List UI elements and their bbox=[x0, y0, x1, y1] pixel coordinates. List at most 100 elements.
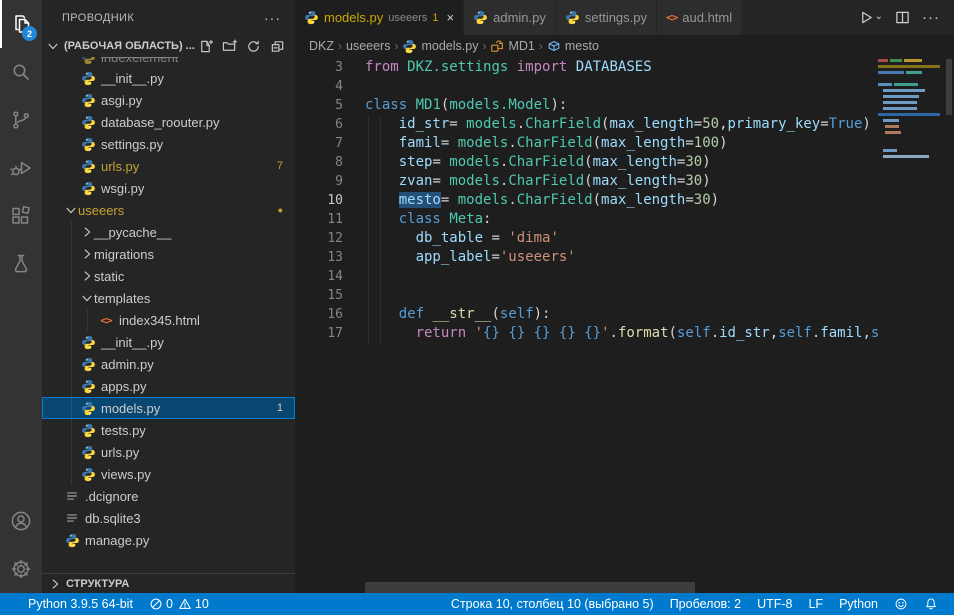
python-icon bbox=[80, 71, 96, 86]
horizontal-scrollbar[interactable] bbox=[365, 582, 695, 593]
minimap-line bbox=[883, 155, 929, 158]
code-line-7[interactable]: 7 famil= models.CharField(max_length=100… bbox=[295, 134, 954, 153]
breadcrumb-project[interactable]: DKZ bbox=[309, 39, 334, 53]
code-line-10[interactable]: 10 mesto= models.CharField(max_length=30… bbox=[295, 191, 954, 210]
tree-item-dcignore[interactable]: .dcignore bbox=[42, 485, 295, 507]
python-icon bbox=[80, 335, 96, 350]
testing-activity-button[interactable] bbox=[0, 240, 42, 288]
cursor-position-status[interactable]: Строка 10, столбец 10 (выбрано 5) bbox=[443, 597, 662, 611]
eol-status[interactable]: LF bbox=[800, 597, 831, 611]
minimap[interactable] bbox=[878, 57, 940, 169]
new-folder-icon[interactable] bbox=[222, 39, 237, 54]
tree-item-init-py[interactable]: __init__.py bbox=[42, 331, 295, 353]
tree-item-label: static bbox=[94, 269, 124, 284]
code-line-9[interactable]: 9 zvan= models.CharField(max_length=30) bbox=[295, 172, 954, 191]
problems-status[interactable]: 0 10 bbox=[141, 597, 217, 611]
run-file-button[interactable]: ⌄ bbox=[859, 10, 883, 25]
code-line-4[interactable]: 4 bbox=[295, 77, 954, 96]
run-debug-icon bbox=[9, 156, 33, 180]
outline-section-header[interactable]: СТРУКТУРА bbox=[42, 573, 295, 593]
tree-item-settings-py[interactable]: settings.py bbox=[42, 133, 295, 155]
tree-item-database-roouter-py[interactable]: database_roouter.py bbox=[42, 111, 295, 133]
tree-item-manage-py[interactable]: manage.py bbox=[42, 529, 295, 551]
close-icon[interactable]: × bbox=[447, 10, 455, 25]
tree-item-apps-py[interactable]: apps.py bbox=[42, 375, 295, 397]
tree-item-migrations[interactable]: migrations bbox=[42, 243, 295, 265]
tree-item-pycache[interactable]: __pycache__ bbox=[42, 221, 295, 243]
tree-item-label: views.py bbox=[101, 467, 151, 482]
tree-item-wsgi-py[interactable]: wsgi.py bbox=[42, 177, 295, 199]
tree-item-models-py[interactable]: models.py1 bbox=[42, 397, 295, 419]
split-editor-button[interactable] bbox=[895, 10, 910, 25]
collapse-all-icon[interactable] bbox=[270, 39, 285, 54]
language-mode-status[interactable]: Python bbox=[831, 597, 886, 611]
python-interpreter-status[interactable]: Python 3.9.5 64-bit bbox=[20, 597, 141, 611]
editor-more-actions-button[interactable]: ··· bbox=[922, 9, 940, 26]
tab-aud-html[interactable]: <> aud.html bbox=[657, 0, 742, 35]
tree-item-index345-html[interactable]: <>index345.html bbox=[42, 309, 295, 331]
tab-settings-py[interactable]: settings.py bbox=[556, 0, 657, 35]
code-line-15[interactable]: 15 bbox=[295, 286, 954, 305]
new-file-icon[interactable] bbox=[198, 39, 213, 54]
tree-item-useeers[interactable]: useeers● bbox=[42, 199, 295, 221]
workspace-section-header[interactable]: (РАБОЧАЯ ОБЛАСТЬ) ... bbox=[42, 35, 295, 57]
tree-item-admin-py[interactable]: admin.py bbox=[42, 353, 295, 375]
file-icon bbox=[64, 511, 80, 525]
settings-gear-button[interactable] bbox=[0, 545, 42, 593]
code-line-14[interactable]: 14 bbox=[295, 267, 954, 286]
tree-item-init-py[interactable]: __init__.py bbox=[42, 67, 295, 89]
python-icon bbox=[80, 401, 96, 416]
feedback-button[interactable] bbox=[886, 597, 916, 611]
python-icon bbox=[80, 181, 96, 196]
tree-item-label: .dcignore bbox=[85, 489, 138, 504]
tree-item-asgi-py[interactable]: asgi.py bbox=[42, 89, 295, 111]
editor-group: models.py useeers 1 × admin.py settings.… bbox=[295, 0, 954, 593]
problem-count-badge: 1 bbox=[277, 402, 283, 414]
account-button[interactable] bbox=[0, 497, 42, 545]
code-line-5[interactable]: 5class MD1(models.Model): bbox=[295, 96, 954, 115]
code-line-16[interactable]: 16 def __str__(self): bbox=[295, 305, 954, 324]
minimap-line bbox=[878, 65, 940, 68]
tree-item-urls-py[interactable]: urls.py7 bbox=[42, 155, 295, 177]
extensions-activity-button[interactable] bbox=[0, 192, 42, 240]
explorer-activity-button[interactable]: 2 bbox=[0, 0, 42, 48]
run-icon bbox=[859, 10, 874, 25]
breadcrumb-file[interactable]: models.py bbox=[402, 39, 478, 54]
run-debug-activity-button[interactable] bbox=[0, 144, 42, 192]
tree-item-indexelement[interactable]: indexelement bbox=[42, 57, 295, 67]
tree-item-db-sqlite3[interactable]: db.sqlite3 bbox=[42, 507, 295, 529]
tree-item-static[interactable]: static bbox=[42, 265, 295, 287]
code-line-13[interactable]: 13 app_label='useeers' bbox=[295, 248, 954, 267]
refresh-icon[interactable] bbox=[246, 39, 261, 54]
search-activity-button[interactable] bbox=[0, 48, 42, 96]
breadcrumb-folder[interactable]: useeers bbox=[346, 39, 390, 53]
line-text: class Meta: bbox=[365, 210, 491, 229]
workspace-label: (РАБОЧАЯ ОБЛАСТЬ) ... bbox=[64, 40, 195, 52]
source-control-activity-button[interactable] bbox=[0, 96, 42, 144]
code-editor[interactable]: 3from DKZ.settings import DATABASES45cla… bbox=[295, 57, 954, 593]
code-line-6[interactable]: 6 id_str= models.CharField(max_length=50… bbox=[295, 115, 954, 134]
tree-indent-guide bbox=[87, 309, 88, 331]
code-line-11[interactable]: 11 class Meta: bbox=[295, 210, 954, 229]
tab-models-py[interactable]: models.py useeers 1 × bbox=[295, 0, 464, 35]
code-line-3[interactable]: 3from DKZ.settings import DATABASES bbox=[295, 58, 954, 77]
breadcrumb-class[interactable]: MD1 bbox=[490, 39, 534, 53]
vertical-scrollbar[interactable] bbox=[946, 59, 952, 115]
sidebar-more-actions-button[interactable]: ··· bbox=[264, 10, 281, 26]
code-line-17[interactable]: 17 return '{} {} {} {} {}'.format(self.i… bbox=[295, 324, 954, 343]
tree-item-tests-py[interactable]: tests.py bbox=[42, 419, 295, 441]
tab-admin-py[interactable]: admin.py bbox=[464, 0, 556, 35]
breadcrumb-field[interactable]: mesto bbox=[547, 39, 599, 53]
code-line-8[interactable]: 8 step= models.CharField(max_length=30) bbox=[295, 153, 954, 172]
tree-item-views-py[interactable]: views.py bbox=[42, 463, 295, 485]
python-icon bbox=[80, 445, 96, 460]
encoding-status[interactable]: UTF-8 bbox=[749, 597, 800, 611]
tree-item-label: useeers bbox=[78, 203, 124, 218]
notifications-bell-button[interactable] bbox=[916, 597, 946, 611]
code-line-12[interactable]: 12 db_table = 'dima' bbox=[295, 229, 954, 248]
tree-item-templates[interactable]: templates bbox=[42, 287, 295, 309]
file-tree: indexelement__init__.pyasgi.pydatabase_r… bbox=[42, 57, 295, 551]
indentation-status[interactable]: Пробелов: 2 bbox=[662, 597, 749, 611]
tree-item-urls-py[interactable]: urls.py bbox=[42, 441, 295, 463]
outline-label: СТРУКТУРА bbox=[66, 578, 129, 590]
